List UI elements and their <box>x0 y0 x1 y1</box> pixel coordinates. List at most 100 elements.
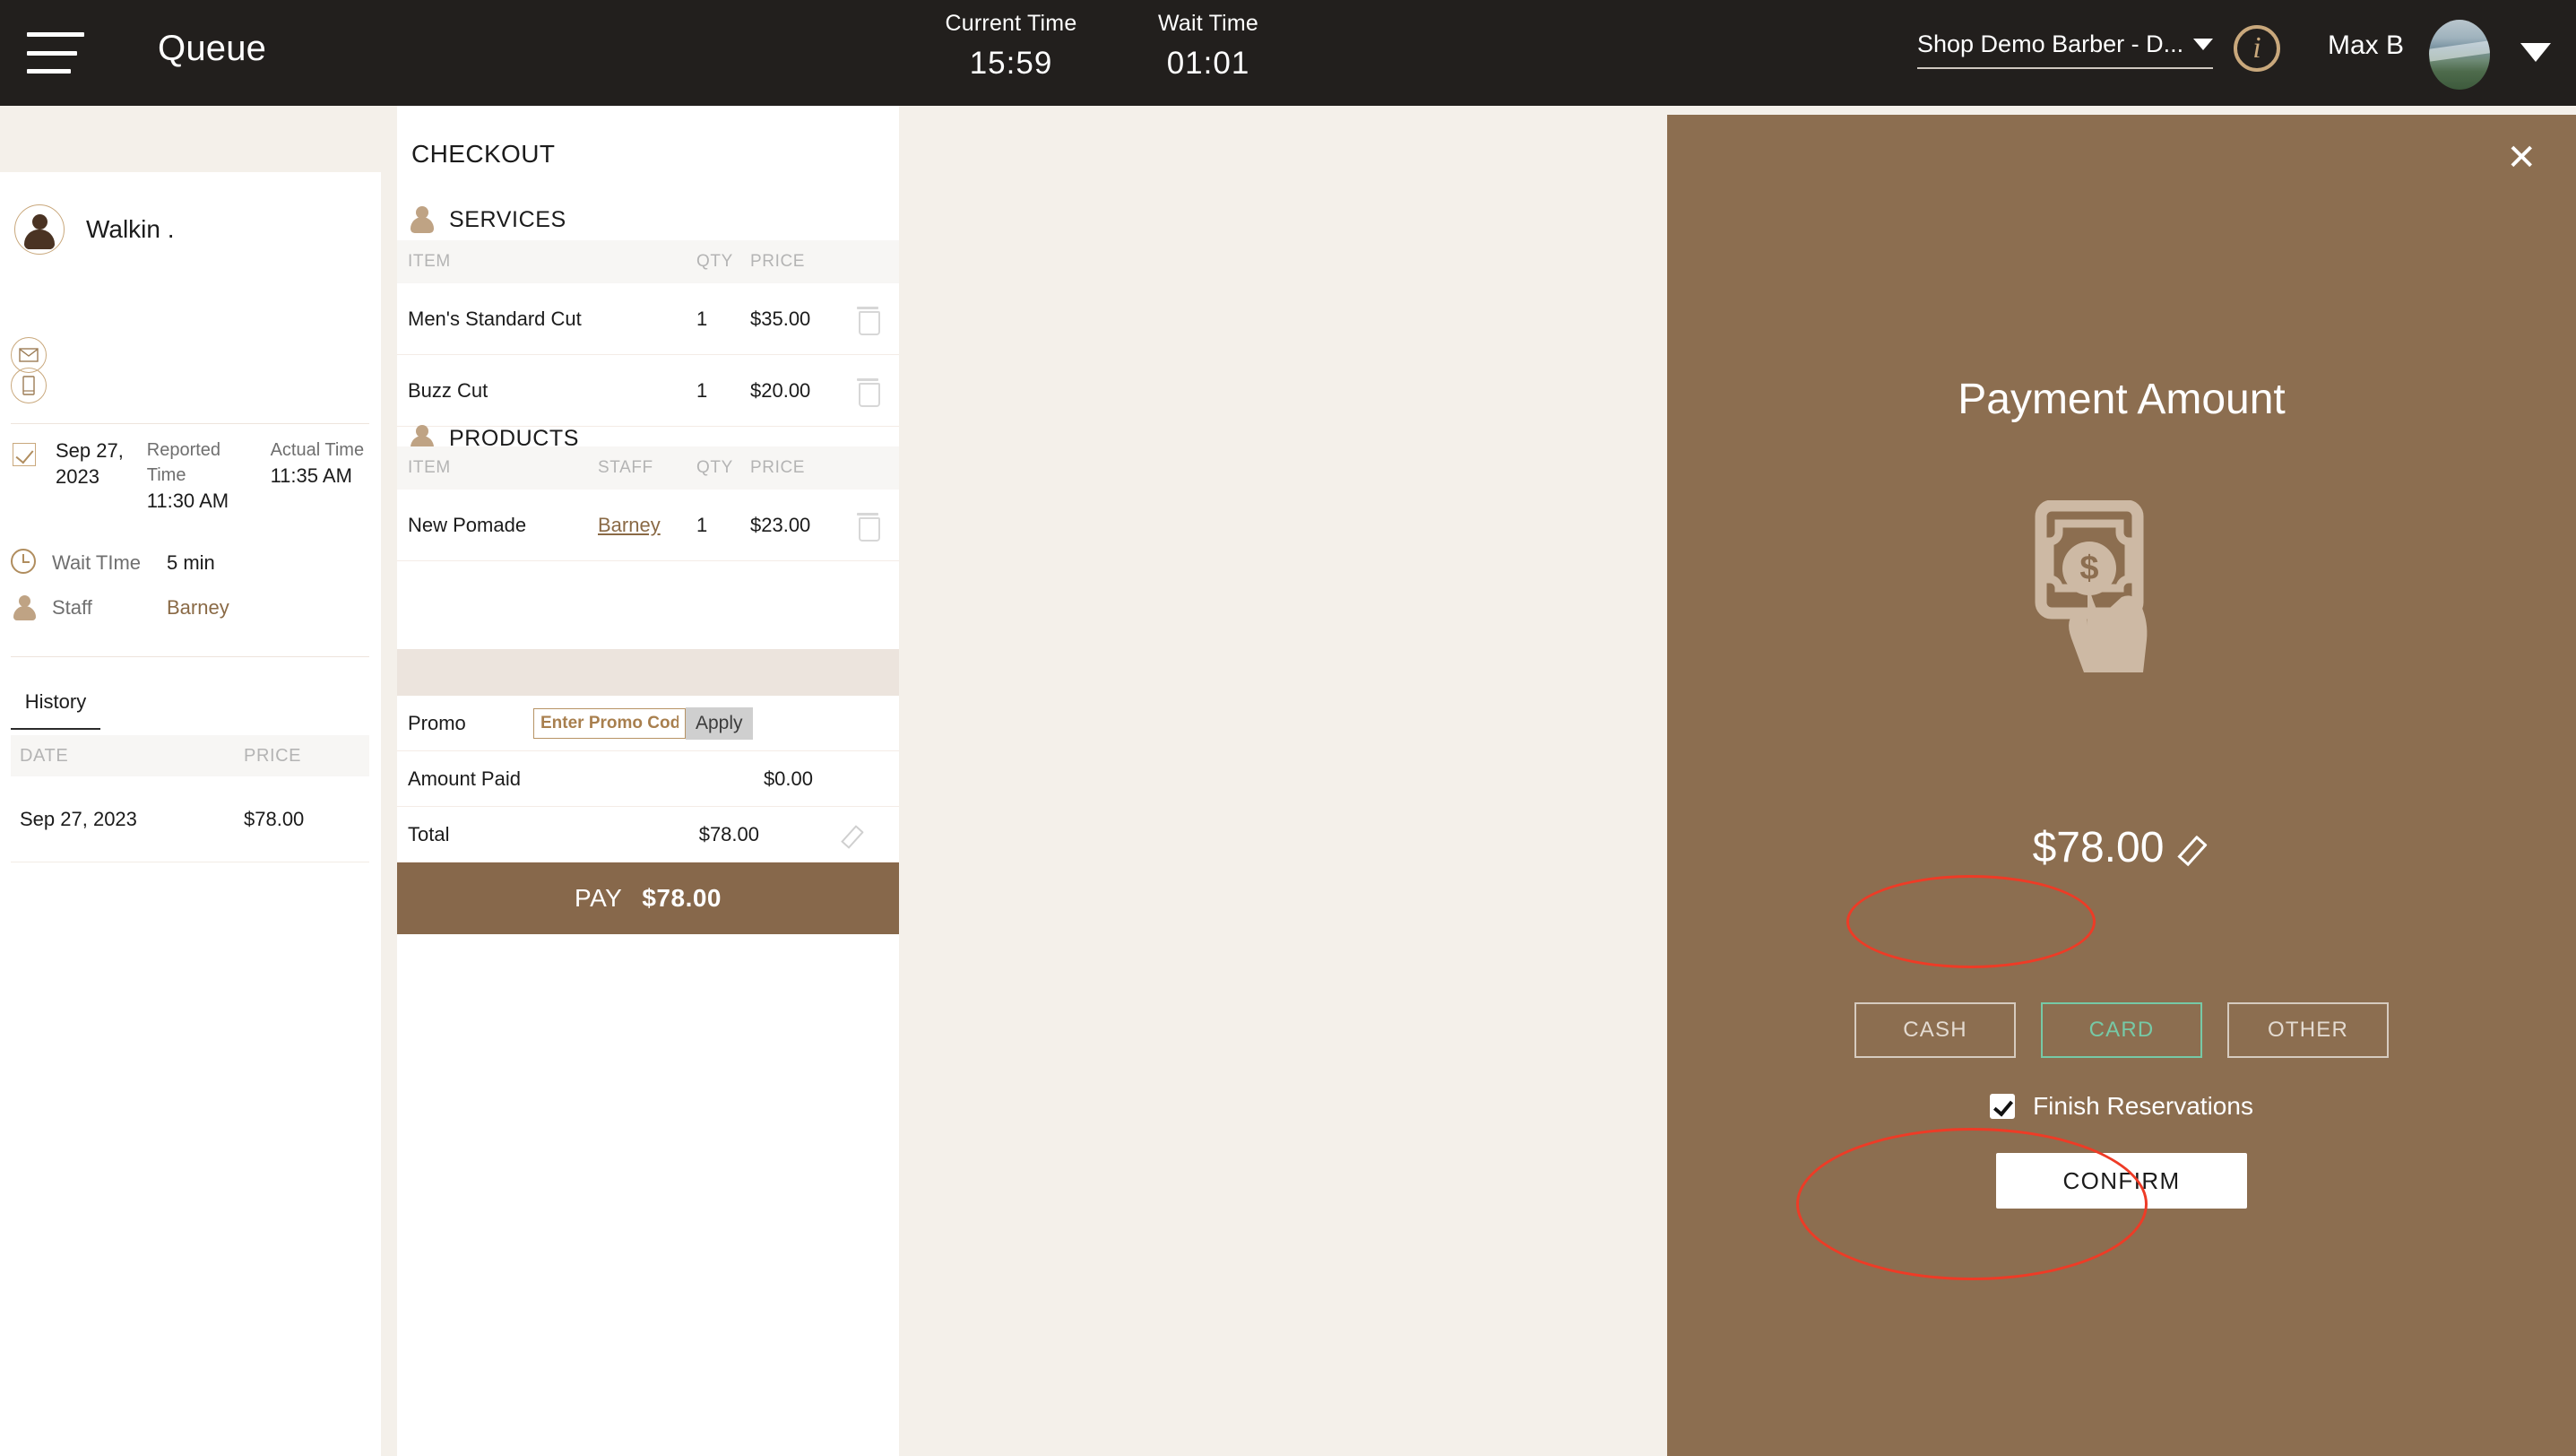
amount-paid-label: Amount Paid <box>408 767 521 790</box>
info-icon-glyph: i <box>2252 31 2261 65</box>
hamburger-icon[interactable] <box>27 32 86 74</box>
avatar[interactable] <box>2429 20 2490 90</box>
payment-panel: ✕ Payment Amount $ $78.00 CASH CARD OTHE… <box>1667 115 2576 1456</box>
total-value: $78.00 <box>698 822 759 845</box>
close-icon[interactable]: ✕ <box>2506 140 2537 176</box>
table-row[interactable]: Men's Standard Cut 1 $35.00 <box>397 283 899 355</box>
chevron-down-icon <box>2193 39 2213 50</box>
reported-time-value: 11:30 AM <box>146 490 229 512</box>
actual-time-label: Actual Time <box>270 440 365 460</box>
payment-method-cash[interactable]: CASH <box>1854 1002 2016 1058</box>
reported-time-col: Reported Time 11:30 AM <box>147 438 251 514</box>
payment-amount-row: $78.00 <box>1667 823 2576 872</box>
services-col-item: ITEM <box>408 252 451 271</box>
checkout-panel: CHECKOUT SERVICES ITEM QTY PRICE Men's S… <box>397 106 899 1456</box>
actual-time-value: 11:35 AM <box>270 464 352 487</box>
mobile-payment-icon-glyph: $ <box>2035 499 2148 672</box>
wait-time-block: Wait Time 01:01 <box>1110 11 1307 82</box>
appointment-date: Sep 27, 2023 <box>56 439 124 488</box>
payment-method-card[interactable]: CARD <box>2041 1002 2202 1058</box>
finish-reservations-checkbox[interactable] <box>1990 1094 2016 1119</box>
shop-selector-label: Shop Demo Barber - D... <box>1917 30 2184 57</box>
actual-time-col: Actual Time 11:35 AM <box>271 438 381 514</box>
wait-time-row: Wait TIme 5 min <box>11 549 369 577</box>
promo-row: Promo Apply <box>397 696 899 751</box>
shop-selector[interactable]: Shop Demo Barber - D... <box>1917 30 2213 69</box>
finish-reservations-row: Finish Reservations <box>1667 1092 2576 1121</box>
promo-input[interactable] <box>533 707 686 739</box>
payment-method-other[interactable]: OTHER <box>2227 1002 2389 1058</box>
service-item-name: Men's Standard Cut <box>408 307 582 330</box>
appointment-date-col: Sep 27, 2023 <box>56 438 127 514</box>
services-section-label: SERVICES <box>449 206 566 232</box>
product-item-name: New Pomade <box>408 513 527 536</box>
apply-promo-button[interactable]: Apply <box>686 706 753 740</box>
pay-button-amount: $78.00 <box>642 884 722 912</box>
top-bar: Queue Current Time 15:59 Wait Time 01:01… <box>0 0 2576 106</box>
history-cell-price: $78.00 <box>244 807 305 830</box>
mobile-payment-icon: $ <box>2032 499 2211 698</box>
totals-divider-band <box>397 649 899 696</box>
product-item-qty: 1 <box>696 513 708 536</box>
phone-icon[interactable] <box>11 368 47 403</box>
payment-methods: CASH CARD OTHER <box>1667 1002 2576 1058</box>
products-col-staff: STAFF <box>598 458 653 477</box>
current-time-block: Current Time 15:59 <box>912 11 1110 82</box>
wait-time-value: 01:01 <box>1166 46 1250 81</box>
finish-reservations-label: Finish Reservations <box>2033 1092 2253 1120</box>
phone-icon-glyph <box>22 376 35 395</box>
service-item-price: $35.00 <box>750 307 811 330</box>
service-item-name: Buzz Cut <box>408 378 488 402</box>
services-person-icon <box>408 204 435 235</box>
trash-icon[interactable] <box>857 512 880 542</box>
table-row[interactable]: Buzz Cut 1 $20.00 <box>397 355 899 427</box>
trash-icon[interactable] <box>857 306 880 335</box>
wait-time-label: Wait Time <box>1158 11 1258 36</box>
edit-amount-pencil-icon[interactable] <box>2182 834 2210 862</box>
table-row[interactable]: New Pomade Barney 1 $23.00 <box>397 490 899 561</box>
mail-icon-glyph <box>19 348 39 362</box>
products-table-header: ITEM STAFF QTY PRICE <box>397 446 899 490</box>
total-row: Total $78.00 <box>397 807 899 862</box>
tab-history[interactable]: History <box>11 690 100 730</box>
confirm-button[interactable]: CONFIRM <box>1996 1153 2247 1209</box>
pay-button[interactable]: PAY $78.00 <box>397 862 899 934</box>
person-icon <box>11 594 39 622</box>
service-item-qty: 1 <box>696 378 708 402</box>
service-item-qty: 1 <box>696 307 708 330</box>
history-col-price: PRICE <box>244 745 302 766</box>
services-rows: Men's Standard Cut 1 $35.00 Buzz Cut 1 $… <box>397 283 899 427</box>
products-col-price: PRICE <box>750 458 806 477</box>
wait-time-row-label: Wait TIme <box>52 551 142 574</box>
services-table-header: ITEM QTY PRICE <box>397 240 899 283</box>
product-staff-link[interactable]: Barney <box>598 514 661 536</box>
edit-total-pencil-icon[interactable] <box>845 823 869 846</box>
app-root: Queue Current Time 15:59 Wait Time 01:01… <box>0 0 2576 1456</box>
customer-name: Walkin . <box>86 215 175 243</box>
current-time-label: Current Time <box>945 11 1077 36</box>
user-menu-chevron-down-icon[interactable] <box>2520 43 2551 62</box>
pay-button-label: PAY <box>574 884 623 912</box>
info-icon[interactable]: i <box>2234 25 2280 72</box>
amount-paid-value: $0.00 <box>763 767 813 790</box>
payment-heading: Payment Amount <box>1958 376 2286 423</box>
services-section-header: SERVICES <box>397 199 899 240</box>
trash-icon[interactable] <box>857 377 880 407</box>
history-table-header: DATE PRICE <box>11 735 369 776</box>
table-row[interactable]: Sep 27, 2023 $78.00 <box>11 776 369 862</box>
checkout-title: CHECKOUT <box>411 140 556 168</box>
products-col-qty: QTY <box>696 458 733 477</box>
page-title: Queue <box>158 29 267 68</box>
customer-header: Walkin . <box>14 204 175 255</box>
amount-paid-row: Amount Paid $0.00 <box>397 751 899 807</box>
total-label: Total <box>408 822 450 845</box>
product-item-price: $23.00 <box>750 513 811 536</box>
products-rows: New Pomade Barney 1 $23.00 <box>397 490 899 561</box>
service-item-price: $20.00 <box>750 378 811 402</box>
wait-time-row-value: 5 min <box>167 551 215 574</box>
staff-row: Staff Barney <box>11 594 369 622</box>
user-name: Max B <box>2327 30 2404 60</box>
appointment-checkbox[interactable] <box>13 443 36 466</box>
svg-text:$: $ <box>2079 550 2098 587</box>
appointment-row: Sep 27, 2023 Reported Time 11:30 AM Actu… <box>0 438 381 514</box>
